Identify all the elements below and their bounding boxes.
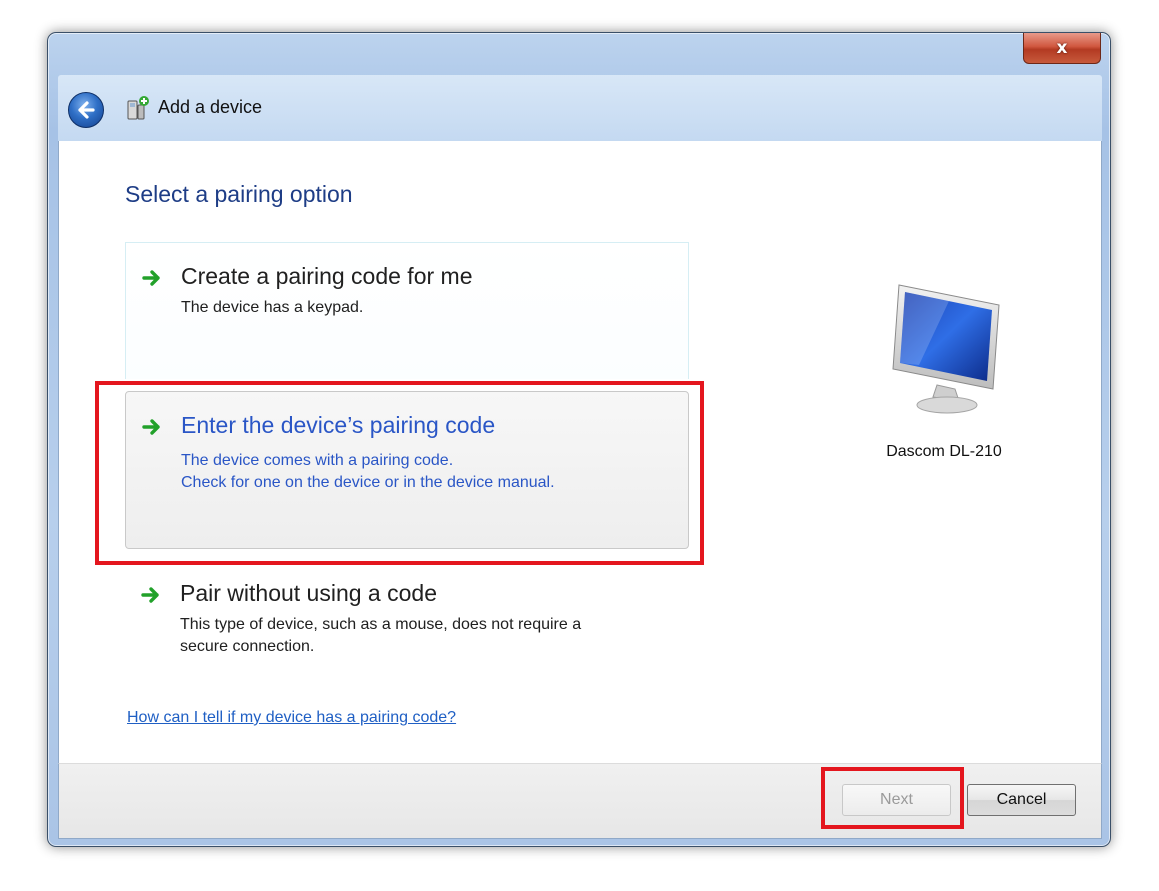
option-pair-without-code[interactable]: Pair without using a code This type of d… bbox=[125, 566, 689, 676]
pairing-code-help-link[interactable]: How can I tell if my device has a pairin… bbox=[127, 709, 456, 727]
add-device-icon bbox=[127, 96, 149, 120]
page-title: Select a pairing option bbox=[125, 181, 353, 207]
window-title: Add a device bbox=[158, 97, 263, 117]
monitor-icon bbox=[892, 284, 1000, 414]
close-button[interactable]: x bbox=[1023, 33, 1101, 64]
cancel-button[interactable]: Cancel bbox=[967, 784, 1076, 816]
back-button[interactable] bbox=[68, 92, 104, 128]
option-description: This type of device, such as a mouse, do… bbox=[180, 614, 680, 658]
option-create-pairing-code[interactable]: Create a pairing code for me The device … bbox=[125, 242, 689, 379]
close-icon: x bbox=[1056, 38, 1068, 58]
option-title: Create a pairing code for me bbox=[181, 263, 473, 289]
option-description-line: The device has a keypad. bbox=[181, 299, 364, 316]
back-arrow-icon bbox=[78, 101, 95, 119]
option-title: Pair without using a code bbox=[180, 580, 437, 606]
green-arrow-icon bbox=[142, 270, 160, 286]
option-description: The device has a keypad. bbox=[181, 297, 681, 319]
window-header: Add a device bbox=[58, 75, 1102, 141]
device-name: Dascom DL-210 bbox=[886, 443, 1002, 460]
highlight-enter-pairing-code bbox=[95, 381, 704, 565]
option-description-line: secure connection. bbox=[180, 638, 315, 655]
green-arrow-icon bbox=[141, 587, 159, 603]
option-description-line: This type of device, such as a mouse, do… bbox=[180, 616, 582, 633]
highlight-next-button bbox=[821, 767, 964, 829]
